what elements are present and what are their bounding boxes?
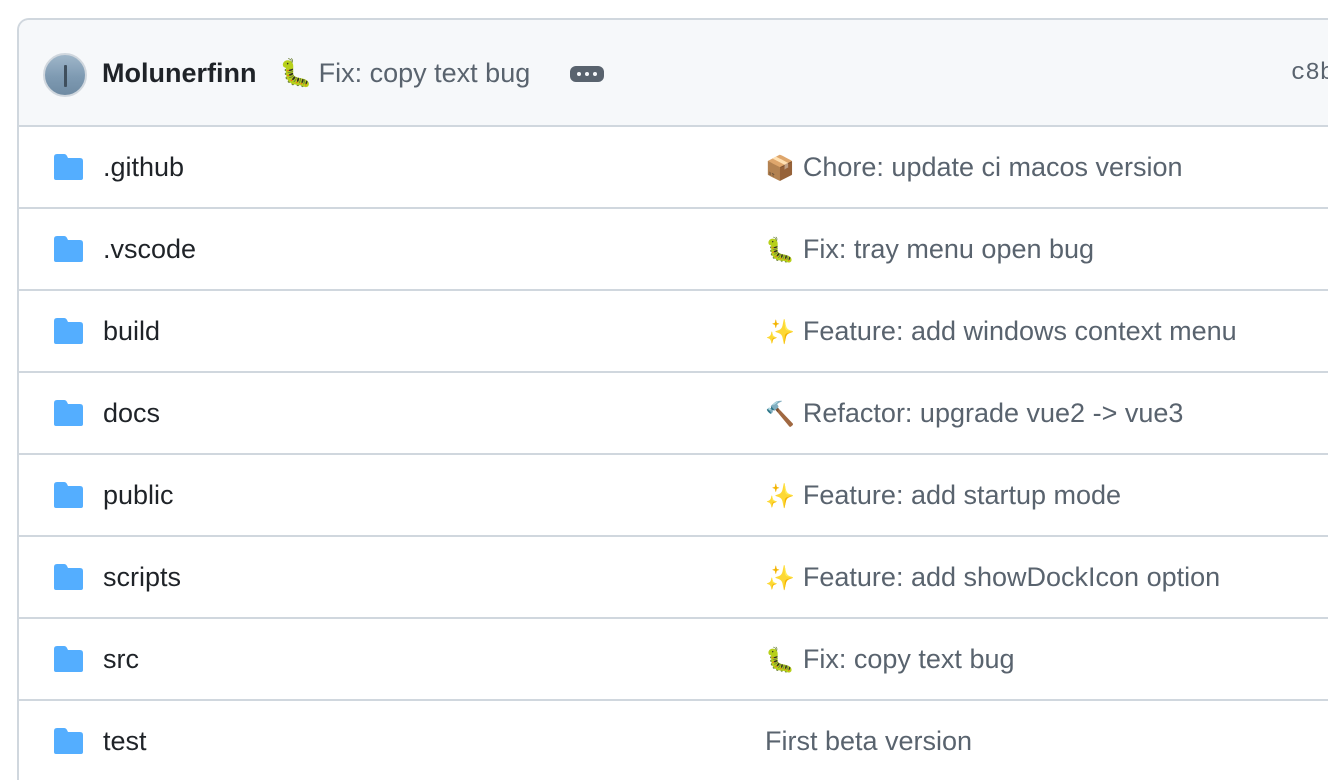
dot [593, 72, 597, 76]
file-name-link[interactable]: src [103, 643, 139, 675]
file-name-link[interactable]: .vscode [103, 233, 196, 265]
avatar-figure [64, 65, 67, 87]
commit-message-link[interactable]: ✨ Feature: add windows context menu [765, 315, 1237, 349]
commit-emoji-icon: ✨ [765, 565, 795, 592]
commit-author[interactable]: Molunerfinn [102, 57, 256, 89]
commit-message-text: Fix: tray menu open bug [802, 234, 1095, 264]
commit-emoji-icon: 🐛 [765, 237, 795, 264]
commit-message-text: Feature: add windows context menu [802, 316, 1237, 346]
ellipsis-button[interactable] [570, 66, 604, 82]
file-row[interactable]: public ✨ Feature: add startup mode [19, 455, 1328, 537]
folder-icon [54, 318, 83, 344]
folder-icon [54, 154, 83, 180]
commit-message-text: Feature: add startup mode [802, 480, 1122, 510]
file-name-link[interactable]: scripts [103, 561, 181, 593]
commit-message-text: Refactor: upgrade vue2 -> vue3 [802, 398, 1184, 428]
commit-message-link[interactable]: 📦 Chore: update ci macos version [765, 151, 1183, 185]
commit-emoji-icon: 📦 [765, 155, 795, 182]
commit-message-text: Fix: copy text bug [802, 644, 1015, 674]
file-name-link[interactable]: .github [103, 151, 184, 183]
file-name-link[interactable]: public [103, 479, 174, 511]
dot [577, 72, 581, 76]
file-row[interactable]: docs 🔨 Refactor: upgrade vue2 -> vue3 [19, 373, 1328, 455]
file-row[interactable]: .vscode 🐛 Fix: tray menu open bug [19, 209, 1328, 291]
file-row[interactable]: build ✨ Feature: add windows context menu [19, 291, 1328, 373]
latest-commit-message[interactable]: 🐛 Fix: copy text bug [279, 57, 530, 89]
commit-message-link[interactable]: 🔨 Refactor: upgrade vue2 -> vue3 [765, 397, 1183, 431]
folder-icon [54, 400, 83, 426]
commit-message-text: Chore: update ci macos version [802, 152, 1183, 182]
folder-icon [54, 646, 83, 672]
avatar[interactable] [43, 53, 87, 97]
commit-message-link[interactable]: 🐛 Fix: tray menu open bug [765, 233, 1094, 267]
file-row[interactable]: scripts ✨ Feature: add showDockIcon option [19, 537, 1328, 619]
commit-message-link[interactable]: ✨ Feature: add startup mode [765, 479, 1121, 513]
file-list: .github 📦 Chore: update ci macos version .v… [19, 127, 1328, 780]
latest-commit-text: Fix: copy text bug [318, 58, 531, 88]
commit-sha[interactable]: c8b [1291, 58, 1328, 90]
latest-commit-bar: Molunerfinn 🐛Fix: copy text bug c8b [19, 20, 1328, 127]
file-browser: Molunerfinn 🐛Fix: copy text bug c8b .git… [17, 18, 1328, 780]
file-row[interactable]: .github 📦 Chore: update ci macos version [19, 127, 1328, 209]
file-name-link[interactable]: test [103, 725, 147, 757]
dot [585, 72, 589, 76]
folder-icon [54, 728, 83, 754]
file-row[interactable]: test First beta version [19, 701, 1328, 780]
folder-icon [54, 482, 83, 508]
file-row[interactable]: src 🐛 Fix: copy text bug [19, 619, 1328, 701]
file-name-link[interactable]: build [103, 315, 160, 347]
folder-icon [54, 236, 83, 262]
commit-message-text: First beta version [765, 726, 973, 756]
commit-message-link[interactable]: 🐛 Fix: copy text bug [765, 643, 1015, 677]
commit-emoji-icon: 🔨 [765, 401, 795, 428]
commit-emoji-icon: ✨ [765, 319, 795, 346]
bug-icon: 🐛 [279, 58, 313, 88]
commit-message-link[interactable]: First beta version [765, 725, 972, 757]
commit-message-text: Feature: add showDockIcon option [802, 562, 1221, 592]
commit-message-link[interactable]: ✨ Feature: add showDockIcon option [765, 561, 1220, 595]
file-name-link[interactable]: docs [103, 397, 160, 429]
folder-icon [54, 564, 83, 590]
commit-emoji-icon: 🐛 [765, 647, 795, 674]
commit-emoji-icon: ✨ [765, 483, 795, 510]
